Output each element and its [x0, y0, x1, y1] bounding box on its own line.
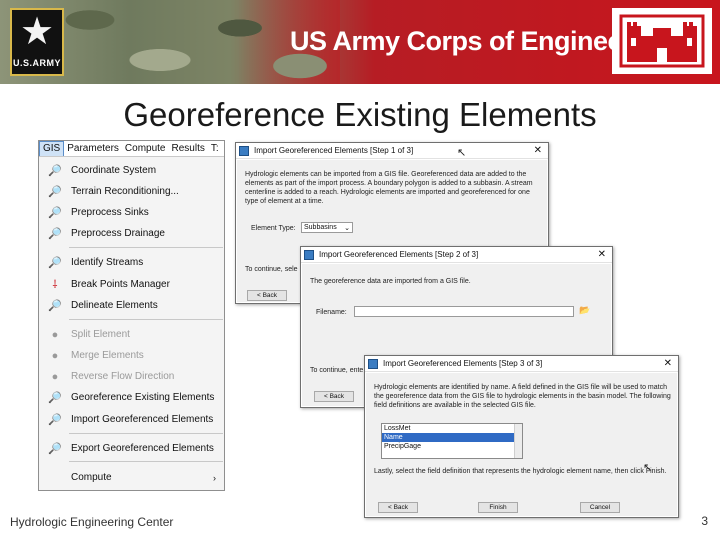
mouse-cursor-icon: ↖ [643, 462, 653, 474]
field-definition-list[interactable]: LossMet Name PrecipGage [381, 423, 523, 459]
back-button[interactable]: < Back [314, 391, 354, 402]
gis-menu-panel: GIS Parameters Compute Results T: 🔎 Coor… [38, 140, 225, 491]
import-dialog-step3: Import Georeferenced Elements [Step 3 of… [364, 355, 679, 518]
instruction-text: Lastly, select the field definition that… [374, 468, 667, 475]
dialog-description: Hydrologic elements can be imported from… [245, 171, 533, 205]
menu-item-break-points-manager[interactable]: ⸸ Break Points Manager [39, 274, 224, 295]
finish-button[interactable]: Finish [478, 502, 518, 513]
menu-item-delineate-elements[interactable]: 🔎 Delineate Elements [39, 295, 224, 316]
chevron-down-icon: ⌄ [344, 224, 350, 232]
menu-separator [69, 247, 223, 248]
app-icon [239, 145, 249, 156]
magnifier-map-icon: 🔎 [48, 392, 62, 404]
magnifier-map-icon: 🔎 [48, 165, 62, 177]
filename-label: Filename: [316, 309, 347, 316]
menu-item-preprocess-sinks[interactable]: 🔎 Preprocess Sinks [39, 202, 224, 223]
magnifier-map-icon: 🔎 [48, 257, 62, 269]
menubar-item-tools[interactable]: T: [208, 142, 222, 156]
app-icon [304, 249, 314, 260]
menu-item-export-georeferenced-elements[interactable]: 🔎 Export Georeferenced Elements [39, 438, 224, 459]
back-button[interactable]: < Back [378, 502, 418, 513]
menu-item-compute[interactable]: Compute › [39, 467, 224, 488]
castle-logo [612, 8, 712, 74]
menu-separator [69, 461, 223, 462]
list-item-selected[interactable]: Name [382, 433, 522, 442]
magnifier-map-icon: 🔎 [48, 414, 62, 426]
cancel-button[interactable]: Cancel [580, 502, 620, 513]
close-icon[interactable]: ✕ [534, 145, 542, 156]
red-marker-icon: ⸸ [52, 279, 58, 291]
army-logo-text: U.S.ARMY [12, 58, 61, 68]
dialog-description: The georeference data are imported from … [310, 278, 471, 285]
close-icon[interactable]: ✕ [598, 249, 606, 260]
chevron-right-icon: › [213, 472, 216, 483]
menubar-item-compute[interactable]: Compute [122, 142, 169, 156]
footer-organization: Hydrologic Engineering Center [10, 515, 174, 529]
menu-item-preprocess-drainage[interactable]: 🔎 Preprocess Drainage [39, 223, 224, 244]
magnifier-map-icon: 🔎 [48, 186, 62, 198]
dialog-title: Import Georeferenced Elements [Step 3 of… [383, 359, 543, 368]
page-number: 3 [701, 514, 708, 528]
army-logo: ★ U.S.ARMY [10, 8, 64, 76]
element-type-label: Element Type: [251, 225, 296, 232]
folder-icon[interactable]: 📂 [579, 305, 590, 316]
slide-title: Georeference Existing Elements [123, 96, 597, 133]
reverse-flow-icon: ● [51, 370, 59, 383]
organization-name: US Army Corps of Engineers [290, 26, 647, 56]
merge-elements-icon: ● [51, 349, 59, 362]
menubar: GIS Parameters Compute Results T: [39, 141, 224, 157]
list-item[interactable]: LossMet [382, 424, 522, 433]
menu-item-reverse-flow-direction: ● Reverse Flow Direction [39, 366, 224, 387]
back-button[interactable]: < Back [247, 290, 287, 301]
scrollbar[interactable] [514, 424, 522, 458]
menu-separator [69, 319, 223, 320]
menubar-item-parameters[interactable]: Parameters [64, 142, 122, 156]
dialog-title: Import Georeferenced Elements [Step 1 of… [254, 146, 414, 155]
element-type-select[interactable]: Subbasins ⌄ [301, 222, 353, 233]
header-banner: ★ U.S.ARMY US Army Corps of Engineers [0, 0, 720, 84]
menu-item-coordinate-system[interactable]: 🔎 Coordinate System [39, 160, 224, 181]
menu-item-identify-streams[interactable]: 🔎 Identify Streams [39, 252, 224, 273]
magnifier-map-icon: 🔎 [48, 207, 62, 219]
magnifier-map-icon: 🔎 [48, 443, 62, 455]
app-icon [368, 358, 378, 369]
continue-text: To continue, ente [310, 367, 364, 374]
magnifier-map-icon: 🔎 [48, 228, 62, 240]
split-element-icon: ● [51, 328, 59, 341]
filename-input[interactable] [354, 306, 574, 317]
star-icon: ★ [19, 11, 55, 53]
magnifier-map-icon: 🔎 [48, 300, 62, 312]
mouse-cursor-icon: ↖ [457, 147, 467, 159]
menu-item-terrain-reconditioning[interactable]: 🔎 Terrain Reconditioning... [39, 181, 224, 202]
continue-text: To continue, sele [245, 266, 298, 273]
menu-item-import-georeferenced-elements[interactable]: 🔎 Import Georeferenced Elements [39, 409, 224, 430]
menu-separator [69, 433, 223, 434]
menubar-item-gis[interactable]: GIS [39, 141, 65, 156]
dialog-description: Hydrologic elements are identified by na… [374, 384, 671, 409]
menu-item-georeference-existing-elements[interactable]: 🔎 Georeference Existing Elements [39, 387, 224, 408]
menu-item-split-element: ● Split Element [39, 324, 224, 345]
castle-icon [619, 14, 705, 68]
dialog-title: Import Georeferenced Elements [Step 2 of… [319, 250, 479, 259]
menu-item-merge-elements: ● Merge Elements [39, 345, 224, 366]
menubar-item-results[interactable]: Results [169, 142, 208, 156]
list-item[interactable]: PrecipGage [382, 442, 522, 451]
close-icon[interactable]: ✕ [664, 358, 672, 369]
